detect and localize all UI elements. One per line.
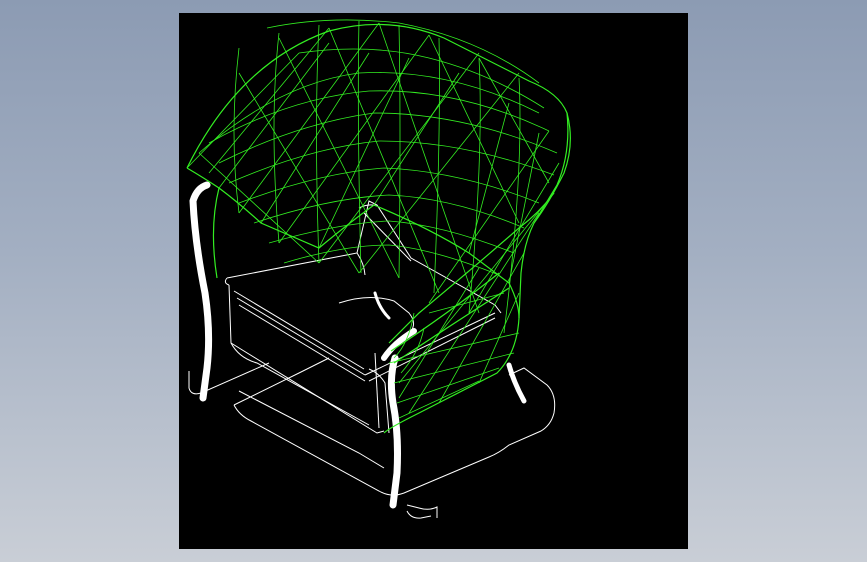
shell-mesh (186, 19, 560, 419)
armchair-wireframe-drawing (186, 19, 571, 519)
cad-viewport[interactable] (179, 13, 688, 549)
base-outline (188, 297, 556, 519)
seat-frame (224, 200, 502, 434)
